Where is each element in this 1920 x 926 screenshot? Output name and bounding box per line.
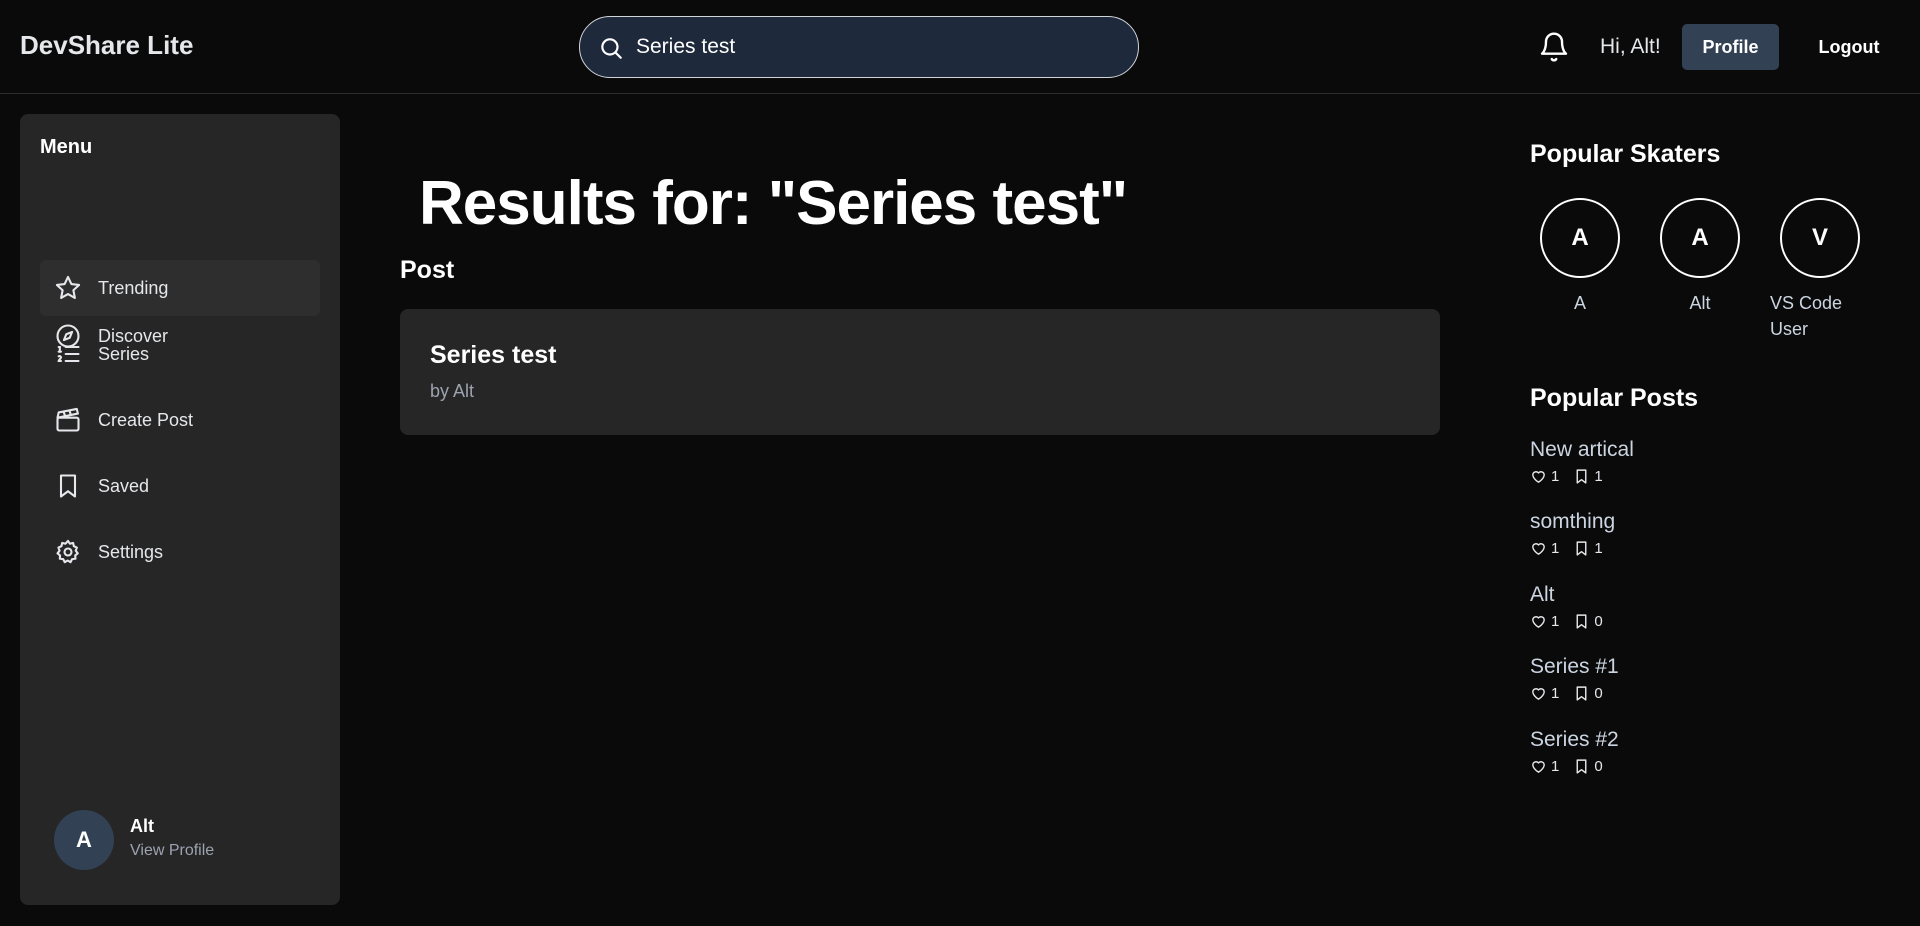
skater-item[interactable]: V VS Code User [1770,198,1870,342]
post-stats: 1 1 [1530,540,1900,557]
skater-name: VS Code User [1770,293,1843,339]
likes-count: 1 [1551,758,1560,775]
bookmark-icon [1576,686,1587,701]
sidebar-item-label: Saved [98,475,150,496]
list-item[interactable]: Alt 1 0 [1530,583,1900,643]
saves-stat: 1 [1573,540,1603,557]
user-name: Alt [130,816,154,836]
bookmark-icon [59,474,77,498]
sidebar-item-label: Create Post [98,409,194,430]
bookmark-icon [1576,541,1587,556]
profile-button[interactable]: Profile [1682,24,1779,70]
popular-posts-title: Popular Posts [1530,384,1699,412]
post-title[interactable]: Alt [1530,583,1900,607]
saves-count: 0 [1594,758,1603,775]
list-item[interactable]: somthing 1 1 [1530,510,1900,570]
result-card[interactable]: Series test by Alt [400,309,1440,435]
post-title[interactable]: New artical [1530,438,1900,462]
heart-icon [1532,471,1545,483]
list-item[interactable]: Series #1 1 0 [1530,655,1900,715]
list-item[interactable]: Series #2 1 0 [1530,728,1900,788]
bell-icon[interactable] [1538,31,1570,63]
sidebar-item-label: Series [98,343,150,364]
sidebar: Menu Discover Trending Series Create Pos… [20,114,340,905]
likes-stat: 1 [1530,685,1559,702]
avatar: A [54,810,114,870]
sidebar-item-saved[interactable]: Saved [40,458,320,514]
search-bar[interactable] [579,16,1139,78]
list-item[interactable]: New artical 1 1 [1530,438,1900,498]
user-profile-card[interactable]: A Alt View Profile [54,810,314,874]
avatar: A [1540,198,1620,278]
search-icon [601,38,622,59]
likes-stat: 1 [1530,758,1559,775]
saves-stat: 0 [1573,758,1603,775]
post-title[interactable]: Series #1 [1530,655,1900,679]
right-panel: Popular Skaters A A A Alt V VS Code User… [1530,140,1900,775]
saves-stat: 0 [1573,685,1603,702]
avatar: V [1780,198,1860,278]
likes-stat: 1 [1530,468,1559,485]
heart-icon [1532,543,1545,555]
search-input[interactable] [636,29,1116,65]
post-stats: 1 0 [1530,613,1900,630]
view-profile-link[interactable]: View Profile [130,842,214,860]
list-icon [57,345,80,363]
greeting-text: Hi, Alt! [1600,35,1661,58]
clapperboard-icon [56,407,80,432]
sidebar-item-trending[interactable]: Trending [40,260,320,316]
post-title[interactable]: somthing [1530,510,1900,534]
saves-count: 1 [1594,468,1603,485]
logout-button[interactable]: Logout [1790,24,1908,70]
result-author: by Alt [430,381,475,401]
brand-logo[interactable]: DevShare Lite [20,30,193,61]
likes-stat: 1 [1530,540,1559,557]
avatar: A [1660,198,1740,278]
saves-count: 0 [1594,613,1603,630]
saves-count: 1 [1594,540,1603,557]
skater-name: Alt [1689,293,1711,313]
result-title[interactable]: Series test [430,341,556,370]
sidebar-item-settings[interactable]: Settings [40,524,320,580]
bookmark-icon [1576,759,1587,774]
section-label: Post [400,256,455,284]
skater-item[interactable]: A A [1530,198,1630,316]
likes-count: 1 [1551,468,1560,485]
likes-count: 1 [1551,613,1560,630]
saves-stat: 0 [1573,613,1603,630]
sidebar-item-label: Settings [98,541,164,562]
heart-icon [1532,761,1545,773]
post-stats: 1 0 [1530,758,1900,775]
star-icon [55,275,81,299]
likes-stat: 1 [1530,613,1559,630]
post-title[interactable]: Series #2 [1530,728,1900,752]
skater-item[interactable]: A Alt [1650,198,1750,316]
sidebar-item-create-post[interactable]: Create Post [40,392,320,448]
heart-icon [1532,616,1545,628]
likes-count: 1 [1551,685,1560,702]
skater-name: A [1573,293,1586,313]
popular-skaters-title: Popular Skaters [1530,140,1721,168]
top-bar: DevShare Lite Hi, Alt! Profile Logout [0,0,1920,94]
heart-icon [1532,688,1545,700]
saves-count: 0 [1594,685,1603,702]
likes-count: 1 [1551,540,1560,557]
page-title: Results for: "Series test" [419,169,1128,238]
sidebar-item-series[interactable]: Series [40,326,320,382]
gear-icon [56,539,79,564]
post-stats: 1 0 [1530,685,1900,702]
saves-stat: 1 [1573,468,1603,485]
post-stats: 1 1 [1530,468,1900,485]
bookmark-icon [1576,614,1587,629]
sidebar-item-label: Trending [98,277,169,298]
menu-title: Menu [40,136,93,158]
bookmark-icon [1576,469,1587,484]
